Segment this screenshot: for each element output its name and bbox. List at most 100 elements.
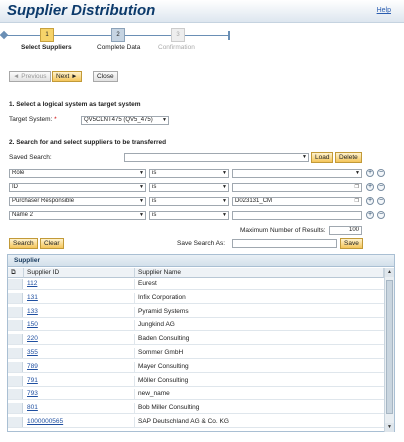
save-search-as-input[interactable] [232,239,337,248]
row-selector[interactable] [8,292,23,303]
table-row[interactable]: 355 Sommer GmbH [8,348,384,359]
max-results-input[interactable]: 100 [329,226,362,235]
remove-criteria-icon[interactable]: − [377,183,385,191]
supplier-id-link[interactable]: 801 [27,404,38,411]
supplier-id-link[interactable]: 789 [27,363,38,370]
supplier-name: Infix Corporation [138,293,186,301]
step-2-label[interactable]: Complete Data [97,44,140,51]
table-row[interactable]: 112 Eurest [8,279,384,290]
chevron-down-icon: ▼ [139,184,144,190]
criteria-operator-value: is [152,184,157,190]
table-row[interactable]: 1000000565 SAP Deutschland AG & Co. KG [8,417,384,428]
criteria-value-input[interactable] [232,211,362,220]
remove-criteria-icon[interactable]: − [377,197,385,205]
add-criteria-icon[interactable]: + [366,183,374,191]
saved-search-select[interactable]: ▼ [124,153,309,162]
row-selector[interactable] [8,320,23,331]
column-header-supplier-id[interactable]: Supplier ID [24,268,135,278]
row-selector[interactable] [8,375,23,386]
supplier-id-link[interactable]: 355 [27,349,38,356]
supplier-id-link[interactable]: 131 [27,294,38,301]
supplier-id-link[interactable]: 793 [27,390,38,397]
row-selector[interactable] [8,417,23,427]
criteria-field-select[interactable]: Purchaser Responsible ▼ [9,197,146,206]
scroll-up-icon[interactable]: ▲ [385,268,394,277]
saved-search-label: Saved Search: [9,154,52,161]
load-button[interactable]: Load [311,152,334,163]
criteria-field-select[interactable]: Role ▼ [9,169,146,178]
row-selector[interactable] [8,334,23,345]
add-criteria-icon[interactable]: + [366,197,374,205]
value-help-icon[interactable]: ❐ [355,184,359,191]
criteria-operator-select[interactable]: is ▼ [149,183,229,192]
previous-button[interactable]: ◄ Previous [9,71,51,82]
criteria-field-select[interactable]: Name 2 ▼ [9,211,146,220]
row-selector[interactable] [8,279,23,289]
row-selector[interactable] [8,306,23,317]
row-selector[interactable] [8,361,23,372]
supplier-name: Möller Consulting [138,376,189,384]
table-row[interactable]: 150 Jungkind AG [8,320,384,332]
help-link[interactable]: Help [377,7,391,14]
criteria-operator-select[interactable]: is ▼ [149,197,229,206]
criteria-field-value: Purchaser Responsible [12,198,75,204]
criteria-operator-select[interactable]: is ▼ [149,169,229,178]
supplier-name: Baden Consulting [138,335,190,343]
search-button[interactable]: Search [9,238,38,249]
table-row[interactable]: 131 Infix Corporation [8,292,384,304]
criteria-operator-value: is [152,198,157,204]
step-2-marker[interactable]: 2 [111,28,125,42]
table-row[interactable]: 220 Baden Consulting [8,334,384,346]
row-selector[interactable] [8,389,23,400]
remove-criteria-icon[interactable]: − [377,169,385,177]
add-criteria-icon[interactable]: + [366,211,374,219]
row-selector[interactable] [8,403,23,414]
scroll-down-icon[interactable]: ▼ [385,423,394,432]
supplier-table: Supplier ⧉ Supplier ID Supplier Name 112… [7,254,395,432]
column-header-supplier-name[interactable]: Supplier Name [135,268,384,278]
row-selector[interactable] [8,348,23,358]
add-criteria-icon[interactable]: + [366,169,374,177]
table-row[interactable]: 801 Bob Miller Consulting [8,403,384,415]
close-button[interactable]: Close [93,71,118,82]
table-row[interactable]: 789 Mayer Consulting [8,361,384,373]
section-target-system-title: 1. Select a logical system as target sys… [9,101,141,108]
criteria-value-input[interactable]: D023131_CM ❐ [232,197,362,206]
column-divider [134,279,135,289]
save-button[interactable]: Save [340,238,363,249]
supplier-id-link[interactable]: 133 [27,308,38,315]
chevron-down-icon: ▼ [139,170,144,176]
supplier-id-link[interactable]: 112 [27,280,37,287]
supplier-table-title: Supplier [8,255,394,267]
supplier-id-link[interactable]: 791 [27,377,38,384]
criteria-value-select[interactable]: ▼ [232,169,362,178]
supplier-name: Sommer GmbH [138,349,184,356]
supplier-id-link[interactable]: 220 [27,335,38,342]
table-scrollbar[interactable]: ▲ ▼ [384,268,394,432]
supplier-name: Eurest [138,280,157,287]
select-all-icon[interactable]: ⧉ [8,268,24,278]
step-1-marker[interactable]: 1 [40,28,54,42]
criteria-value-input[interactable]: ❐ [232,183,362,192]
next-button[interactable]: Next ► [52,71,82,82]
supplier-name: SAP Deutschland AG & Co. KG [138,418,229,425]
column-divider [134,292,135,303]
supplier-id-link[interactable]: 150 [27,321,38,328]
remove-criteria-icon[interactable]: − [377,211,385,219]
criteria-field-select[interactable]: ID ▼ [9,183,146,192]
table-row[interactable]: 793 new_name [8,389,384,401]
step-1-label[interactable]: Select Suppliers [21,44,72,51]
supplier-name: Mayer Consulting [138,362,189,370]
delete-button[interactable]: Delete [335,152,362,163]
max-results-label: Maximum Number of Results: [240,227,326,234]
target-system-select[interactable]: QV5CLNT475 (QV5_475) ▼ [81,116,169,125]
table-row[interactable]: 791 Möller Consulting [8,375,384,387]
column-divider [134,389,135,400]
supplier-id-link[interactable]: 1000000565 [27,418,63,425]
criteria-operator-select[interactable]: is ▼ [149,211,229,220]
clear-button[interactable]: Clear [40,238,64,249]
table-row[interactable]: 133 Pyramid Systems [8,306,384,318]
chevron-down-icon: ▼ [355,170,360,176]
value-help-icon[interactable]: ❐ [355,198,359,205]
scroll-thumb[interactable] [386,280,393,414]
